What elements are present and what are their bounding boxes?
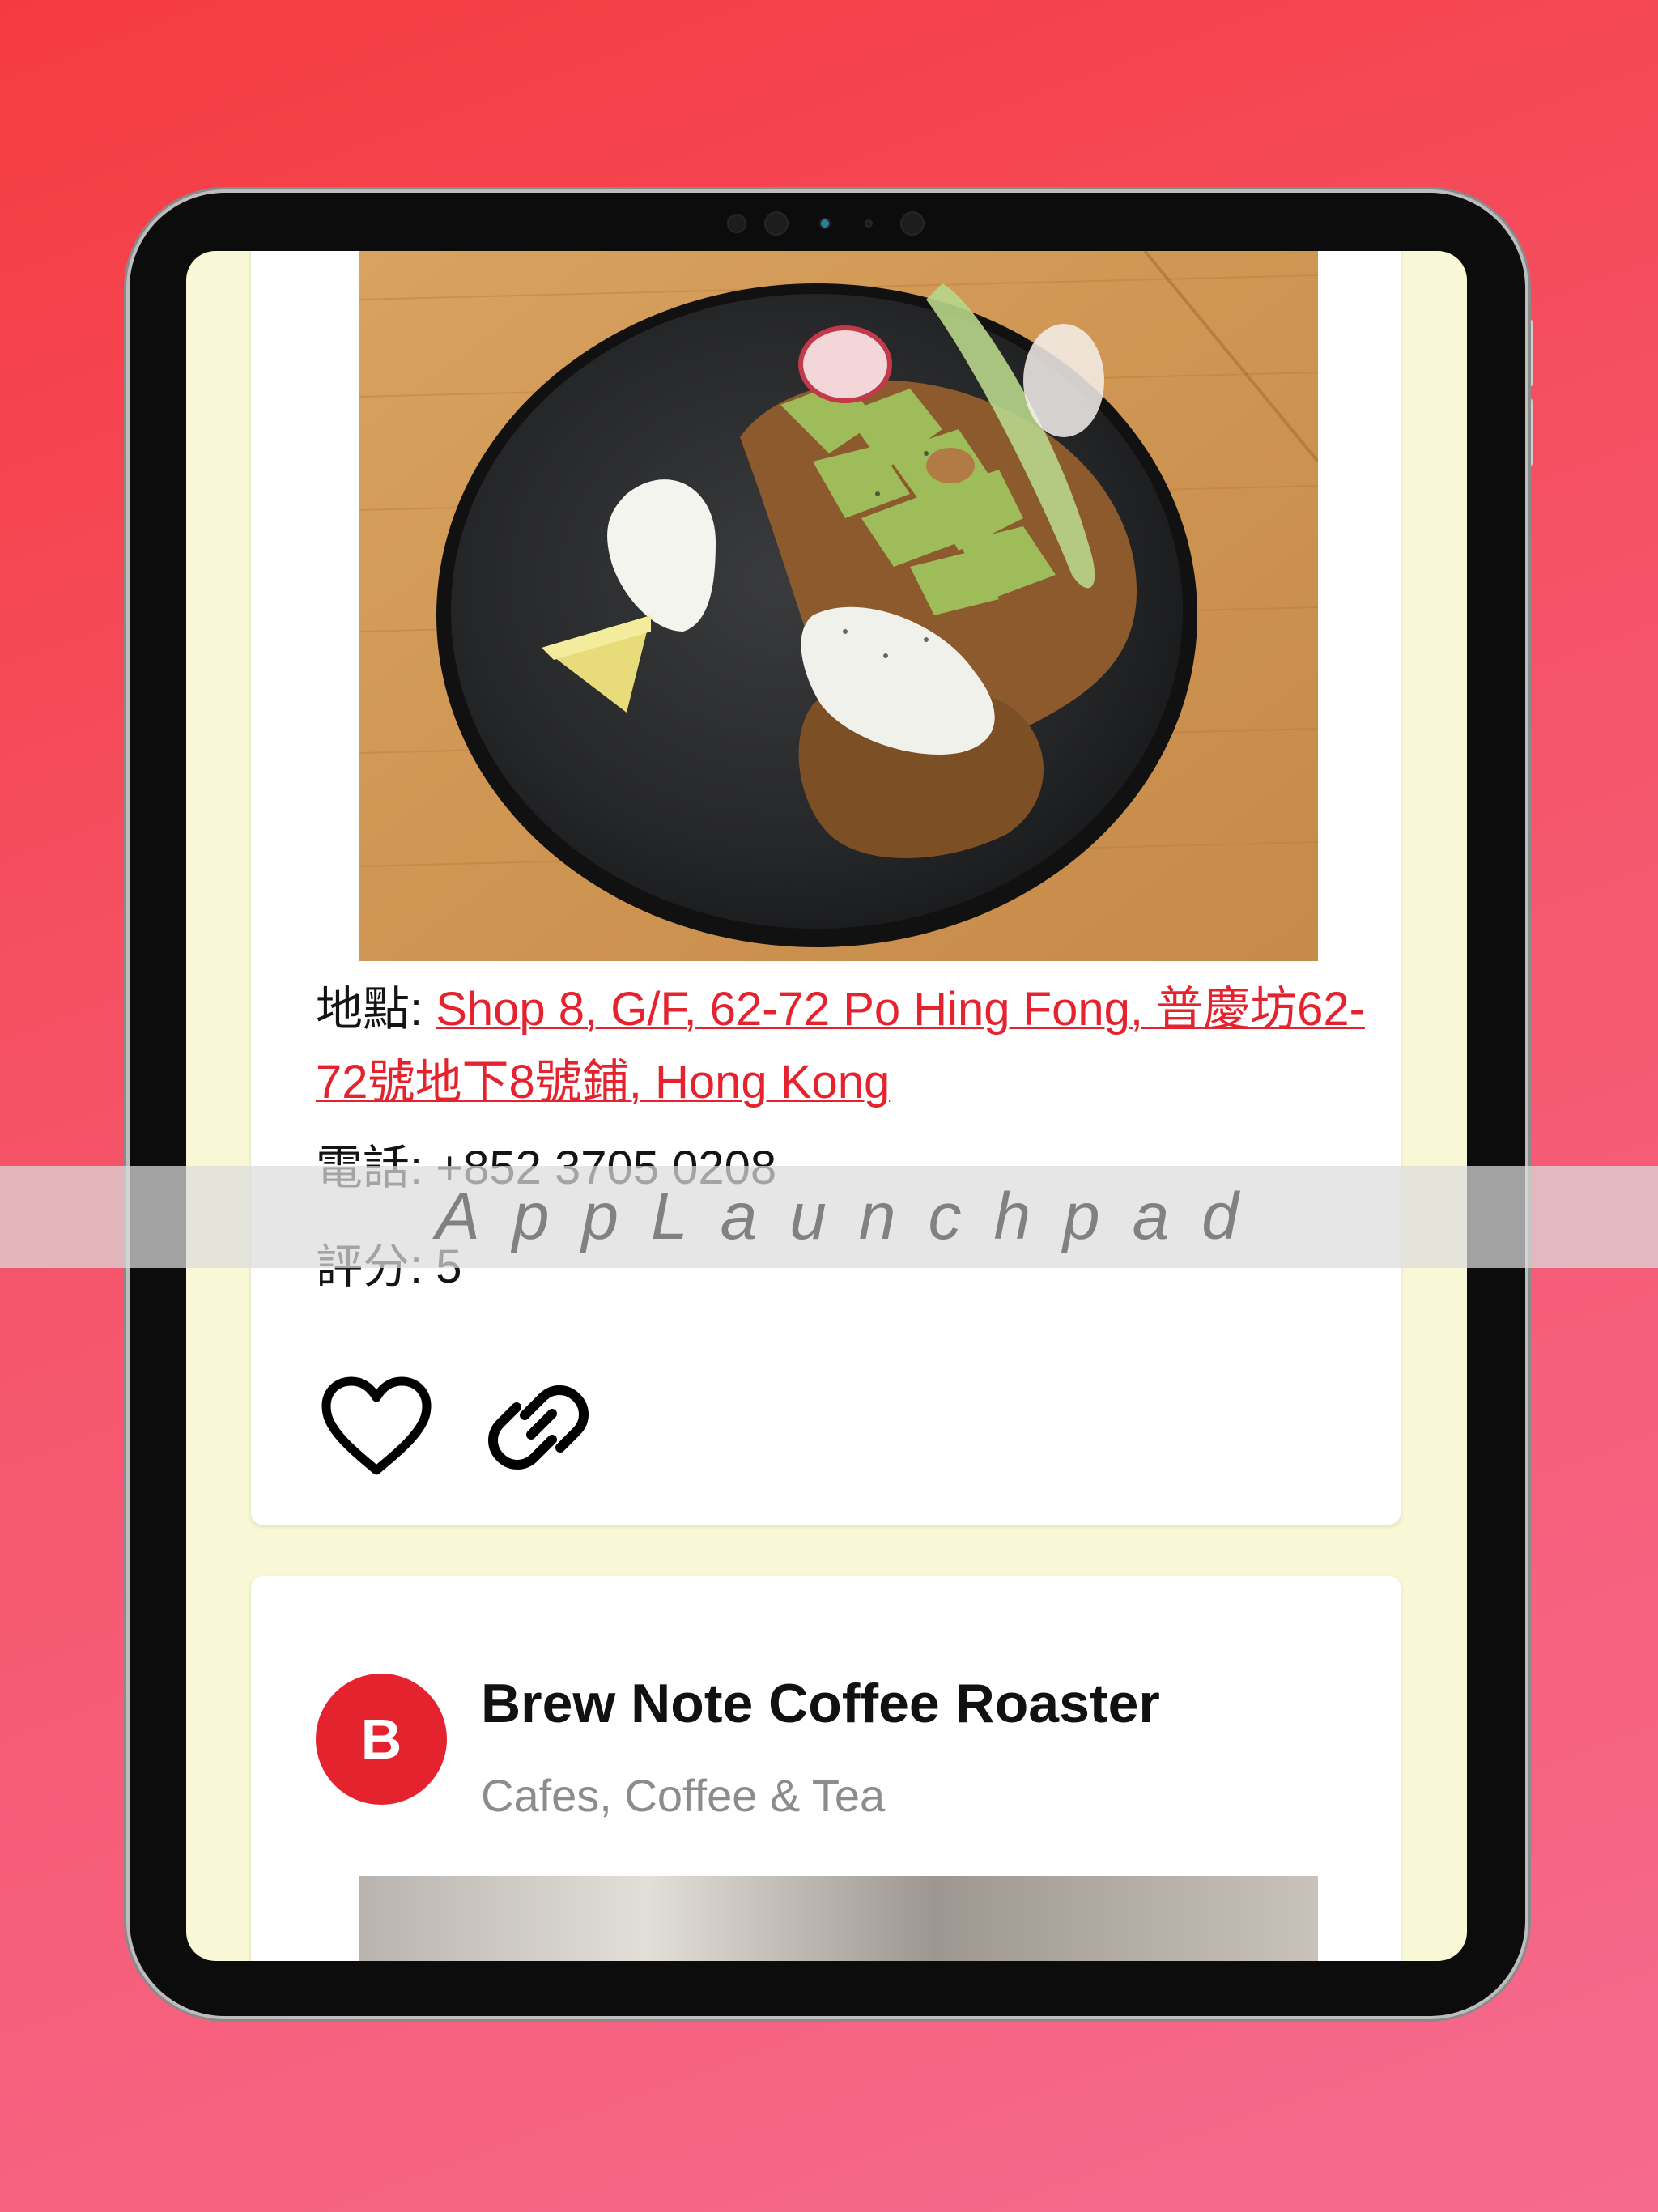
tablet-frame: 地點: Shop 8, G/F, 62-72 Po Hing Fong, 普慶坊… (130, 193, 1525, 2016)
food-photo (359, 1876, 1318, 1961)
sensor-dot (727, 214, 746, 233)
food-photo (359, 251, 1318, 961)
app-screen[interactable]: 地點: Shop 8, G/F, 62-72 Po Hing Fong, 普慶坊… (186, 251, 1467, 1961)
address-label: 地點: (316, 983, 436, 1036)
sensor-dot (900, 211, 925, 236)
restaurant-card: 地點: Shop 8, G/F, 62-72 Po Hing Fong, 普慶坊… (251, 251, 1401, 1525)
heart-icon (321, 1376, 432, 1475)
address-link[interactable]: Shop 8, G/F, 62-72 Po Hing Fong, 普慶坊62-7… (316, 983, 1365, 1108)
favorite-button[interactable] (316, 1367, 437, 1488)
camera-lens (819, 218, 831, 229)
volume-down-button (1525, 398, 1533, 466)
sensor-dot (865, 219, 873, 228)
watermark-text: AppLaunchpad (436, 1180, 1271, 1253)
restaurant-name[interactable]: Brew Note Coffee Roaster (481, 1672, 1160, 1735)
food-photo-image (359, 251, 1318, 961)
link-icon (488, 1385, 589, 1470)
address-row: 地點: Shop 8, G/F, 62-72 Po Hing Fong, 普慶坊… (316, 973, 1368, 1119)
avatar: B (316, 1674, 447, 1805)
restaurant-category: Cafes, Coffee & Tea (481, 1770, 886, 1821)
share-link-button[interactable] (478, 1367, 599, 1488)
restaurant-card: B Brew Note Coffee Roaster Cafes, Coffee… (251, 1576, 1401, 1961)
volume-up-button (1525, 319, 1533, 387)
camera-bar (130, 211, 1525, 236)
sensor-dot (764, 211, 789, 236)
watermark-banner: AppLaunchpad (0, 1166, 1658, 1268)
